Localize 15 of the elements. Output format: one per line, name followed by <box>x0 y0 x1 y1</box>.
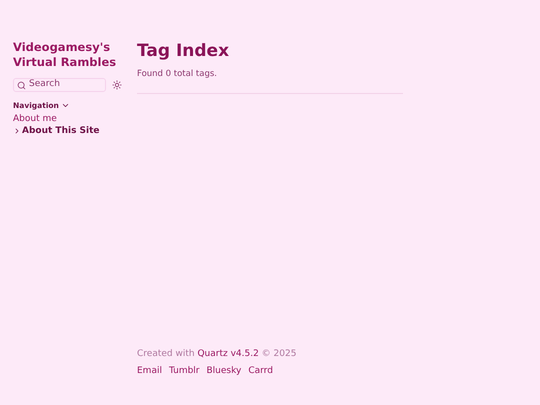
tag-count-text: Found 0 total tags. <box>137 68 218 81</box>
search-icon <box>17 80 26 90</box>
footer-link[interactable]: Tumblr <box>168 364 200 378</box>
nav-folder[interactable]: About This Site <box>13 125 137 138</box>
footer-credit: Created with Quartz v4.5.2 © 2025 <box>137 348 298 361</box>
footer-link[interactable]: Bluesky <box>206 364 242 378</box>
footer-link[interactable]: Carrd <box>248 364 273 378</box>
search-field[interactable]: Search <box>13 78 106 92</box>
page-title: Tag Index <box>137 40 230 62</box>
quartz-link[interactable]: Quartz v4.5.2 <box>197 349 259 359</box>
site-title[interactable]: Videogamesy's Virtual Rambles <box>13 40 133 70</box>
nav-link[interactable]: About me <box>13 113 137 126</box>
footer-link[interactable]: Email <box>137 364 162 378</box>
chevron-right-icon <box>13 127 21 136</box>
theme-toggle-icon[interactable] <box>112 80 122 90</box>
